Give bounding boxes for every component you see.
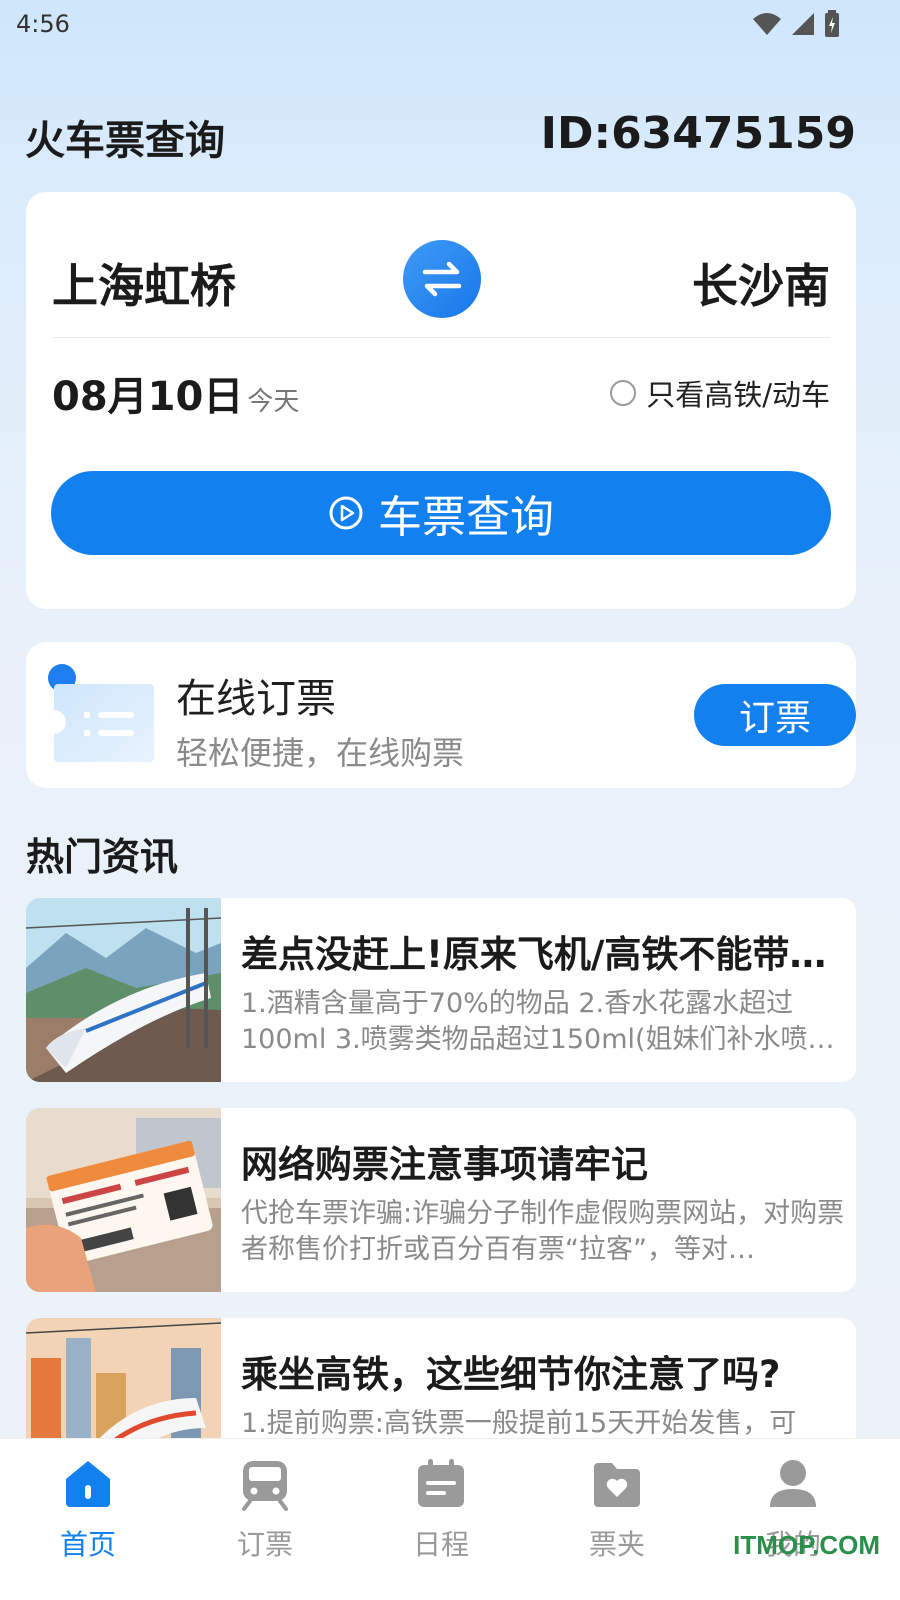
status-time: 4:56 [16, 10, 70, 38]
news-summary: 1.酒精含量高于70%的物品 2.香水花露水超过100ml 3.喷雾类物品超过1… [241, 988, 835, 1055]
status-icons [752, 10, 840, 38]
nav-label: 订票 [236, 1528, 293, 1561]
travel-date-sub: 今天 [247, 387, 300, 417]
status-bar: 4:56 [0, 0, 900, 50]
nav-item-home[interactable]: 首页 [28, 1457, 148, 1567]
radio-button[interactable] [610, 380, 637, 406]
home-icon [66, 1461, 110, 1507]
wifi-icon [753, 13, 781, 35]
news-item[interactable]: 差点没赶上!原来飞机/高铁不能带… 1.酒精含量高于70%的物品 2.香水花露水… [26, 898, 856, 1082]
bottom-nav: 首页 订票 日程 票夹 我的 [0, 1438, 900, 1600]
search-card: 上海虹桥 长沙南 08月10日 今天 只看高铁/动车 车票查询 [26, 192, 856, 609]
user-id: ID:63475159 [540, 108, 856, 159]
ticket-icon [48, 664, 154, 762]
search-tickets-button[interactable]: 车票查询 [51, 471, 831, 555]
news-item[interactable]: 网络购票注意事项请牢记 代抢车票诈骗:诈骗分子制作虚假购票网站，对购票者称售价打… [26, 1108, 856, 1292]
booking-subtitle: 轻松便捷，在线购票 [176, 734, 465, 772]
nav-label: 日程 [412, 1528, 469, 1561]
filter-label: 只看高铁/动车 [646, 378, 830, 412]
calendar-icon [418, 1459, 464, 1507]
play-circle-icon [329, 496, 363, 530]
train-icon [242, 1461, 288, 1511]
page-title: 火车票查询 [25, 118, 225, 164]
nav-label: 票夹 [588, 1528, 645, 1561]
swap-stations-button[interactable] [403, 240, 481, 318]
high-speed-only-filter[interactable]: 只看高铁/动车 [610, 372, 830, 414]
wallet-icon [594, 1463, 640, 1507]
booking-title: 在线订票 [176, 676, 336, 722]
search-button-label: 车票查询 [378, 492, 554, 543]
divider [52, 337, 830, 338]
nav-item-booking[interactable]: 订票 [205, 1457, 325, 1567]
date-selector[interactable]: 08月10日 今天 [52, 364, 299, 422]
news-title: 乘坐高铁，这些细节你注意了吗? [241, 1353, 781, 1396]
news-thumbnail-ticket [26, 1108, 221, 1292]
battery-icon [825, 10, 839, 37]
news-title: 差点没赶上!原来飞机/高铁不能带… [241, 933, 827, 976]
nav-item-schedule[interactable]: 日程 [381, 1457, 501, 1567]
news-heading: 热门资讯 [26, 835, 179, 879]
news-summary: 1.提前购票:高铁票一般提前15天开始发售，可 [241, 1408, 797, 1439]
from-station[interactable]: 上海虹桥 [52, 250, 236, 316]
book-button[interactable]: 订票 [694, 684, 856, 746]
profile-icon [770, 1460, 816, 1507]
nav-item-ticket-wallet[interactable]: 票夹 [557, 1457, 677, 1567]
news-summary: 代抢车票诈骗:诈骗分子制作虚假购票网站，对购票者称售价打折或百分百有票“拉客”，… [241, 1198, 845, 1265]
news-title: 网络购票注意事项请牢记 [241, 1143, 648, 1186]
swap-icon [422, 261, 462, 297]
news-thumbnail-train [26, 898, 221, 1082]
nav-label: 首页 [59, 1528, 116, 1561]
to-station[interactable]: 长沙南 [692, 250, 830, 316]
watermark: ITMOP.COM [733, 1530, 880, 1560]
signal-icon [792, 13, 814, 35]
online-booking-card[interactable]: 在线订票 轻松便捷，在线购票 订票 [26, 642, 856, 788]
travel-date: 08月10日 [52, 374, 244, 420]
